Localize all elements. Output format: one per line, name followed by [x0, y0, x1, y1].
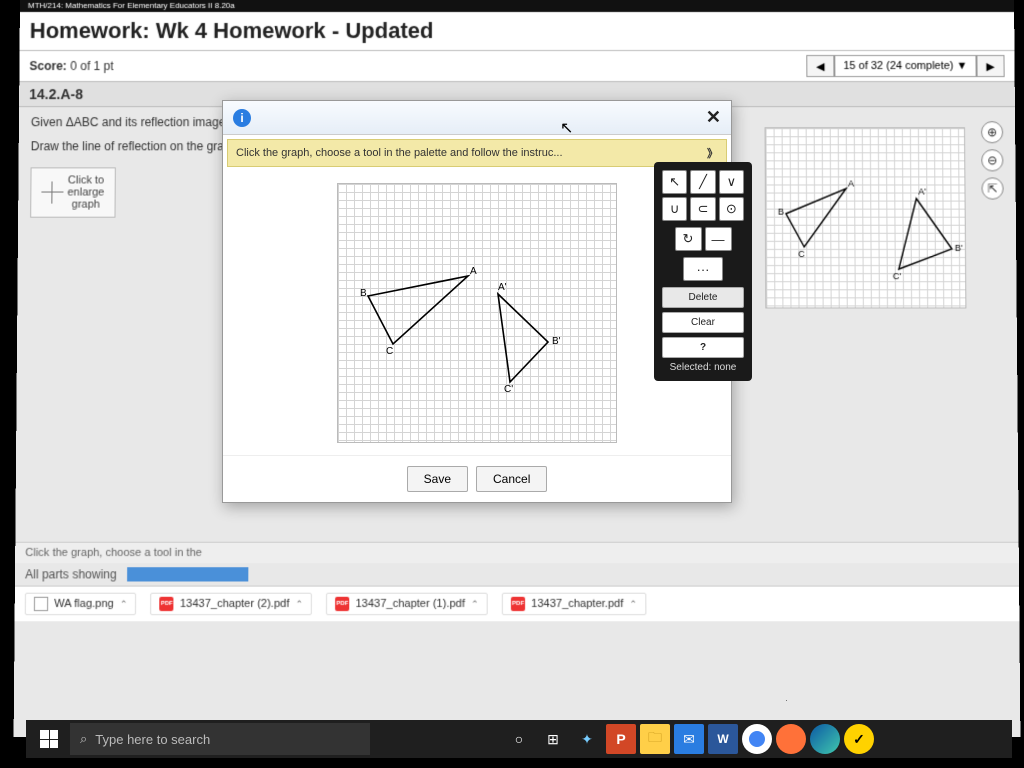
tool-arc[interactable]: ∪: [662, 197, 687, 221]
question-nav: ◀ 15 of 32 (24 complete) ▼ ▶: [806, 55, 1004, 77]
instruction-banner: Click the graph, choose a tool in the pa…: [227, 139, 727, 167]
next-question-button[interactable]: ▶: [976, 55, 1004, 77]
windows-logo-icon: [40, 730, 58, 748]
label-b: B: [778, 207, 784, 217]
norton-icon[interactable]: ✓: [844, 724, 874, 754]
svg-text:B': B': [552, 336, 561, 347]
svg-text:A: A: [470, 266, 477, 277]
label-bp: B': [955, 243, 963, 253]
tool-circle[interactable]: ⊙: [719, 197, 744, 221]
taskbar-search[interactable]: ⌕ Type here to search: [70, 723, 370, 755]
download-filename: 13437_chapter (2).pdf: [180, 598, 289, 610]
tool-dotted[interactable]: ···: [683, 257, 723, 281]
download-menu-button[interactable]: ⌃: [295, 598, 303, 609]
crosshair-icon: [41, 182, 63, 204]
editable-graph[interactable]: A B C A' B' C': [337, 183, 617, 443]
download-item[interactable]: PDF 13437_chapter (2).pdf ⌃: [151, 593, 313, 615]
svg-text:A': A': [498, 282, 507, 293]
clear-button[interactable]: Clear: [662, 312, 744, 333]
page-header: Homework: Wk 4 Homework - Updated: [20, 12, 1015, 51]
score-label: Score:: [29, 59, 67, 73]
pdf-icon: PDF: [511, 597, 525, 611]
label-cp: C': [893, 271, 902, 281]
close-button[interactable]: ✕: [706, 107, 721, 128]
label-a: A: [848, 178, 854, 188]
svg-text:C: C: [386, 346, 393, 357]
pdf-icon: PDF: [335, 597, 349, 611]
question-position-label: 15 of 32 (24 complete): [843, 60, 953, 72]
chrome-icon[interactable]: [742, 724, 772, 754]
firefox-icon[interactable]: [776, 724, 806, 754]
selected-status: Selected: none: [662, 362, 744, 373]
tool-line[interactable]: —: [705, 227, 732, 251]
download-filename: 13437_chapter (1).pdf: [356, 598, 465, 610]
tool-segment[interactable]: ╱: [690, 170, 715, 194]
pdf-icon: PDF: [160, 597, 174, 611]
zoom-out-button[interactable]: ⊖: [981, 149, 1003, 171]
enlarge-label: Click to enlarge graph: [67, 174, 104, 211]
question-position-dropdown[interactable]: 15 of 32 (24 complete) ▼: [834, 55, 976, 77]
page-title: Homework: Wk 4 Homework - Updated: [30, 18, 1005, 44]
info-icon: i: [233, 109, 251, 127]
tool-move[interactable]: ↻: [675, 227, 702, 251]
cortana-icon[interactable]: ○: [504, 724, 534, 754]
save-button[interactable]: Save: [407, 466, 468, 492]
instruction-text: Click the graph, choose a tool in the pa…: [236, 147, 563, 159]
progress-bar: [127, 567, 248, 581]
download-filename: WA flag.png: [54, 598, 114, 610]
expand-hint-button[interactable]: 》: [707, 145, 718, 161]
tool-pointer[interactable]: ↖: [662, 170, 687, 194]
download-menu-button[interactable]: ⌃: [471, 598, 479, 609]
fullscreen-button[interactable]: ⇱: [981, 177, 1003, 199]
word-icon[interactable]: W: [708, 724, 738, 754]
right-toolbar: ⊕ ⊖ ⇱: [981, 121, 1004, 199]
svg-text:B: B: [360, 288, 367, 299]
file-explorer-icon[interactable]: 🗀: [640, 724, 670, 754]
windows-taskbar: ⌕ Type here to search ○ ⊞ ✦ P 🗀 ✉ W ✓: [26, 720, 1012, 758]
download-item[interactable]: PDF 13437_chapter (1).pdf ⌃: [326, 593, 488, 615]
footer-hint: Click the graph, choose a tool in the: [15, 542, 1019, 563]
label-c: C: [798, 249, 805, 259]
app-icon[interactable]: ✦: [572, 724, 602, 754]
course-header: MTH/214: Mathematics For Elementary Educ…: [20, 0, 1014, 12]
score-bar: Score: 0 of 1 pt ◀ 15 of 32 (24 complete…: [19, 51, 1014, 82]
search-placeholder: Type here to search: [95, 732, 210, 747]
prev-question-button[interactable]: ◀: [806, 55, 834, 77]
help-button[interactable]: ?: [662, 337, 744, 358]
img-icon: [34, 597, 48, 611]
start-button[interactable]: [30, 720, 68, 758]
all-parts-row: All parts showing: [15, 563, 1019, 585]
tool-vee[interactable]: ∨: [719, 170, 744, 194]
download-filename: 13437_chapter.pdf: [531, 598, 623, 610]
download-menu-button[interactable]: ⌃: [120, 598, 128, 609]
delete-button[interactable]: Delete: [662, 287, 744, 308]
download-menu-button[interactable]: ⌃: [629, 598, 637, 609]
mouse-cursor-icon: ↖: [560, 118, 573, 138]
svg-text:C': C': [504, 384, 513, 395]
search-icon: ⌕: [80, 731, 87, 747]
zoom-in-button[interactable]: ⊕: [981, 121, 1003, 143]
edge-icon[interactable]: [810, 724, 840, 754]
score-value: 0 of 1 pt: [70, 59, 114, 73]
download-item[interactable]: PDF 13437_chapter.pdf ⌃: [502, 593, 646, 615]
tool-palette: ↖ ╱ ∨ ∪ ⊂ ⊙ ↻ — ··· Delete Clear ? Selec…: [654, 162, 752, 381]
thumbnail-graph[interactable]: A B C A' B' C': [765, 127, 967, 308]
cancel-button[interactable]: Cancel: [476, 466, 547, 492]
all-parts-label: All parts showing: [25, 567, 117, 581]
download-item[interactable]: WA flag.png ⌃: [25, 593, 137, 615]
label-ap: A': [918, 186, 926, 196]
tool-curve[interactable]: ⊂: [690, 197, 715, 221]
enlarge-graph-button[interactable]: Click to enlarge graph: [30, 167, 115, 218]
powerpoint-icon[interactable]: P: [606, 724, 636, 754]
task-view-icon[interactable]: ⊞: [538, 724, 568, 754]
downloads-bar: WA flag.png⌃PDF13437_chapter (2).pdf⌃PDF…: [15, 586, 1020, 622]
mail-icon[interactable]: ✉: [674, 724, 704, 754]
